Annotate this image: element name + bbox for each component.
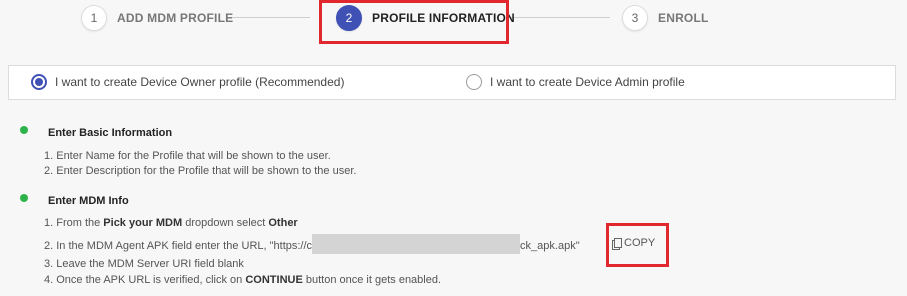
instruction-bold: Pick your MDM [103,217,183,229]
step-add-mdm-profile[interactable]: 1 ADD MDM PROFILE [81,5,233,31]
highlight-box-copy [606,223,669,267]
instruction-item: 3. Leave the MDM Server URI field blank [44,258,244,270]
instruction-text: 4. Once the APK URL is verified, click o… [44,274,246,286]
step-connector [230,17,310,18]
instruction-item: 2. Enter Description for the Profile tha… [44,165,357,177]
instruction-text: 1. From the [44,217,104,229]
step-label: ADD MDM PROFILE [117,11,234,25]
instruction-item: 4. Once the APK URL is verified, click o… [44,274,441,286]
highlight-box-active-step [319,0,509,44]
radio-device-admin[interactable]: I want to create Device Admin profile [466,74,685,90]
instruction-text: 2. In the MDM Agent APK field enter the … [44,239,313,252]
step-number: 3 [622,5,648,31]
radio-selected-icon [31,74,47,90]
instruction-text: button once it gets enabled. [302,274,442,286]
instruction-text: ck_apk.apk" [520,239,580,252]
instruction-item-apk-url: 2. In the MDM Agent APK field enter the … [44,234,580,254]
step-label: ENROLL [658,11,709,25]
step-enroll[interactable]: 3 ENROLL [622,5,709,31]
redacted-url [312,234,521,254]
instruction-item: 1. Enter Name for the Profile that will … [44,150,331,162]
radio-label: I want to create Device Owner profile (R… [55,75,345,89]
radio-label: I want to create Device Admin profile [490,75,685,89]
step-number: 1 [81,5,107,31]
radio-unselected-icon [466,74,482,90]
instruction-bold: CONTINUE [245,274,303,286]
instruction-item: 1. From the Pick your MDM dropdown selec… [44,217,298,229]
radio-device-owner[interactable]: I want to create Device Owner profile (R… [31,74,344,90]
instruction-text: dropdown select [182,217,269,229]
profile-type-panel: I want to create Device Owner profile (R… [8,65,896,100]
section-title-basic-info: Enter Basic Information [48,127,173,139]
instruction-bold: Other [268,217,298,229]
status-dot-icon [20,126,28,134]
section-title-mdm-info: Enter MDM Info [48,195,129,207]
status-dot-icon [20,194,28,202]
step-connector [510,17,610,18]
